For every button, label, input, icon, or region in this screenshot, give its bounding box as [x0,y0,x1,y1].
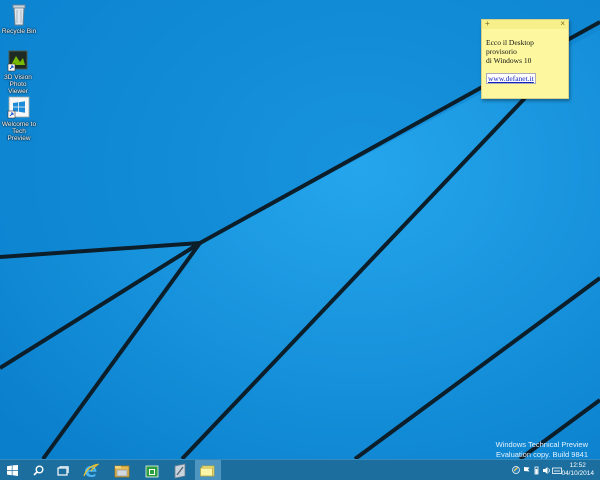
sticky-note-title-bar[interactable]: + × [482,19,568,29]
sticky-note[interactable]: + × Ecco il Desktop provisorio di Window… [481,19,569,99]
sticky-notes-icon [200,465,215,476]
store-icon [145,465,159,477]
clock[interactable]: 12:52 04/10/2014 [561,462,594,478]
3d-vision-icon [5,49,31,73]
desktop-icon-recycle-bin[interactable]: Recycle Bin [0,3,38,35]
desktop[interactable]: Recycle Bin 3D Vision Photo Viewer Welco… [0,0,600,480]
battery-icon[interactable] [532,466,541,475]
start-icon [7,465,18,476]
flag-icon[interactable] [522,466,531,475]
taskbar-app-generic[interactable] [166,460,194,480]
taskbar-app-store[interactable] [139,460,165,480]
task-view-icon [57,465,69,476]
taskbar-app-sticky-notes[interactable] [195,460,221,480]
clock-date: 04/10/2014 [561,470,594,477]
add-note-button[interactable]: + [485,19,490,28]
sticky-note-text-line: Ecco il Desktop provisorio [486,38,534,56]
search-button[interactable] [26,460,50,480]
search-icon [32,465,43,476]
taskbar-app-file-explorer[interactable] [108,460,136,480]
evaluation-watermark: Windows Technical Preview Evaluation cop… [496,440,588,460]
task-view-button[interactable] [51,460,75,480]
close-note-button[interactable]: × [560,19,565,28]
clock-time: 12:52 [569,462,586,469]
volume-icon[interactable] [542,466,551,475]
desktop-icon-label: Welcome to Tech Preview [1,121,37,142]
recycle-bin-icon [6,3,32,27]
desktop-icon-3d-vision[interactable]: 3D Vision Photo Viewer [0,49,37,95]
desktop-icon-label: Recycle Bin [1,28,37,35]
start-button[interactable] [0,460,25,480]
watermark-line: Windows Technical Preview [495,440,588,449]
system-tray [512,466,562,475]
sticky-note-body[interactable]: Ecco il Desktop provisorio di Windows 10… [482,29,568,84]
sticky-note-text-line: di Windows 10 [486,56,532,65]
internet-explorer-icon [83,463,99,477]
desktop-icon-welcome[interactable]: Welcome to Tech Preview [0,96,38,142]
taskbar-app-internet-explorer[interactable] [78,460,104,480]
windows-logo-icon [6,96,32,120]
desktop-icon-label: 3D Vision Photo Viewer [4,74,32,95]
network-icon[interactable] [512,466,521,475]
file-explorer-icon [114,465,130,477]
taskbar[interactable]: 12:52 04/10/2014 [0,459,600,480]
app-icon [174,463,186,478]
sticky-note-link[interactable]: www.defanet.it [486,73,536,84]
